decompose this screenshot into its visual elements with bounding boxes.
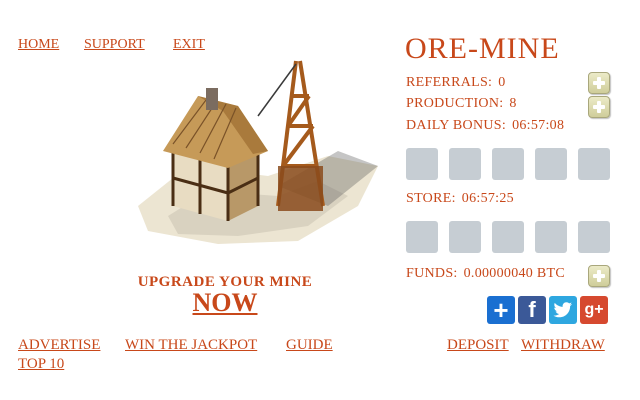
production-value: 8 bbox=[509, 96, 517, 111]
bonus-slot[interactable] bbox=[578, 148, 610, 180]
bonus-slot[interactable] bbox=[535, 148, 567, 180]
mine-building-image bbox=[138, 60, 378, 244]
share-plus-icon[interactable]: + bbox=[487, 296, 515, 324]
store-stat: STORE: 06:57:25 bbox=[406, 191, 514, 207]
funds-value: 0.00000040 BTC bbox=[463, 266, 566, 281]
bonus-slot[interactable] bbox=[406, 148, 438, 180]
store-timer: 06:57:25 bbox=[461, 191, 514, 206]
deposit-link[interactable]: DEPOSIT bbox=[447, 337, 509, 354]
nav-exit-link[interactable]: EXIT bbox=[173, 37, 205, 53]
funds-stat: FUNDS: 0.00000040 BTC bbox=[406, 266, 565, 282]
referrals-stat: REFERRALS: 0 bbox=[406, 75, 506, 91]
daily-bonus-timer: 06:57:08 bbox=[512, 118, 565, 133]
nav-support-link[interactable]: SUPPORT bbox=[84, 37, 145, 53]
store-slot[interactable] bbox=[535, 221, 567, 253]
add-referrals-button[interactable] bbox=[588, 72, 610, 94]
bonus-slot[interactable] bbox=[449, 148, 481, 180]
production-label: PRODUCTION: bbox=[406, 96, 504, 111]
nav-top10-link[interactable]: TOP 10 bbox=[18, 356, 64, 373]
nav-guide-link[interactable]: GUIDE bbox=[286, 337, 333, 354]
store-slot[interactable] bbox=[406, 221, 438, 253]
twitter-icon[interactable] bbox=[549, 296, 577, 324]
google-plus-icon[interactable]: g+ bbox=[580, 296, 608, 324]
withdraw-link[interactable]: WITHDRAW bbox=[521, 337, 605, 354]
store-slot[interactable] bbox=[449, 221, 481, 253]
referrals-value: 0 bbox=[498, 75, 506, 90]
brand-title: ORE-MINE bbox=[405, 32, 560, 65]
production-stat: PRODUCTION: 8 bbox=[406, 96, 517, 112]
store-slot[interactable] bbox=[492, 221, 524, 253]
nav-home-link[interactable]: HOME bbox=[18, 37, 59, 53]
nav-jackpot-link[interactable]: WIN THE JACKPOT bbox=[125, 337, 257, 354]
add-funds-button[interactable] bbox=[588, 265, 610, 287]
add-production-button[interactable] bbox=[588, 96, 610, 118]
bonus-slot[interactable] bbox=[492, 148, 524, 180]
daily-bonus-stat: DAILY BONUS: 06:57:08 bbox=[406, 118, 564, 134]
twitter-bird-glyph bbox=[553, 302, 572, 318]
facebook-icon[interactable]: f bbox=[518, 296, 546, 324]
daily-bonus-label: DAILY BONUS: bbox=[406, 118, 507, 133]
funds-label: FUNDS: bbox=[406, 266, 458, 281]
store-slot[interactable] bbox=[578, 221, 610, 253]
referrals-label: REFERRALS: bbox=[406, 75, 493, 90]
upgrade-now-text[interactable]: NOW bbox=[193, 288, 258, 317]
upgrade-now-link[interactable]: NOW bbox=[0, 288, 450, 318]
store-label: STORE: bbox=[406, 191, 456, 206]
nav-advertise-link[interactable]: ADVERTISE bbox=[18, 337, 100, 354]
